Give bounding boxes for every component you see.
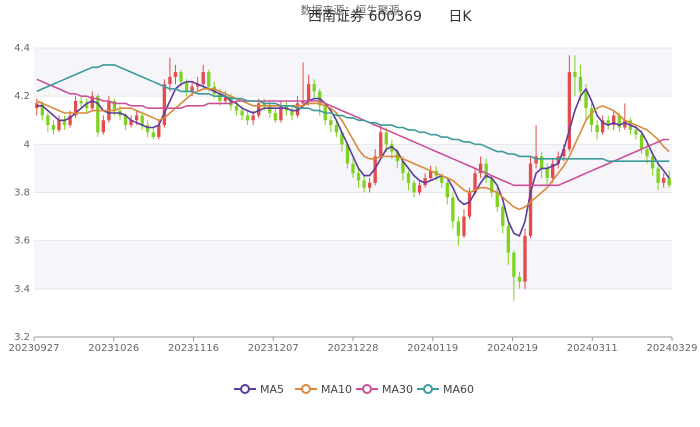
candle-down: [312, 84, 316, 92]
x-tick-label: 20230927: [9, 343, 60, 354]
candle-down: [406, 173, 411, 183]
candle-up: [168, 76, 172, 85]
candle-down: [46, 115, 50, 126]
candle-down: [445, 182, 449, 198]
candle-down: [51, 125, 56, 130]
candle-down: [234, 105, 239, 111]
chart-legend[interactable]: MA5 MA10 MA30 MA60: [234, 383, 474, 396]
candle-up: [251, 115, 255, 121]
candle-up: [523, 235, 527, 282]
candle-down: [506, 226, 511, 253]
y-tick-label: 3.4: [14, 284, 30, 295]
y-tick-label: 3.2: [14, 332, 30, 343]
x-tick-label: 20231116: [168, 343, 219, 354]
legend-marker-ma30: [362, 384, 372, 394]
candle-down: [650, 156, 655, 169]
candle-up: [462, 216, 466, 236]
legend-label-ma10: MA10: [321, 383, 352, 396]
candle-down: [589, 108, 594, 126]
y-tick-label: 3.8: [14, 188, 30, 199]
x-tick-label: 20240311: [567, 343, 618, 354]
candle-down: [639, 134, 644, 150]
candle-up: [101, 120, 106, 133]
x-tick-label: 20231207: [248, 343, 299, 354]
candle-down: [595, 125, 599, 133]
candle-down: [245, 115, 250, 121]
candle-down: [240, 110, 244, 116]
legend-marker-ma60: [423, 384, 433, 394]
legend-label-ma60: MA60: [443, 383, 474, 396]
candle-up: [57, 120, 61, 130]
candle-down: [656, 168, 660, 183]
candle-down: [667, 178, 671, 186]
x-tick-label: 20240119: [407, 343, 458, 354]
candle-down: [634, 129, 638, 135]
candle-up: [201, 72, 205, 85]
candle-down: [512, 252, 516, 277]
candle-down: [501, 206, 505, 227]
candle-down: [578, 76, 583, 92]
candle-down: [573, 72, 577, 77]
candle-down: [645, 149, 649, 157]
candle-up: [173, 72, 178, 77]
x-tick-label: 20231026: [88, 343, 139, 354]
candle-down: [351, 163, 355, 174]
candle-down: [96, 96, 100, 133]
legend-label-ma30: MA30: [382, 383, 413, 396]
candle-down: [273, 113, 277, 121]
candle-up: [662, 178, 666, 183]
chart-period-label: 日K: [448, 9, 472, 25]
candle-up: [567, 72, 572, 150]
candle-down: [151, 132, 155, 138]
y-tick-label: 3.6: [14, 236, 30, 247]
kline-chart: 3.2 3.4 3.6 3.8 4 4.2 4.4 20230927 20231026 20231…: [9, 3, 698, 396]
candle-down: [329, 120, 333, 126]
x-tick-label: 20240329: [647, 343, 698, 354]
candle-up: [417, 185, 422, 193]
candle-down: [451, 197, 455, 222]
legend-marker-ma10: [301, 384, 311, 394]
candle-down: [179, 72, 183, 82]
candle-down: [517, 276, 522, 282]
candle-up: [467, 192, 472, 217]
candle-down: [79, 100, 83, 104]
candle-down: [184, 81, 189, 92]
candle-up: [157, 125, 161, 138]
y-tick-label: 4.2: [14, 91, 30, 102]
candle-down: [584, 91, 588, 109]
x-tick-label: 20240219: [487, 343, 538, 354]
y-tick-label: 4: [24, 139, 30, 150]
candle-down: [384, 132, 388, 145]
grid-band: [34, 240, 672, 289]
candle-down: [207, 72, 211, 87]
candle-down: [456, 221, 461, 236]
candle-down: [356, 173, 361, 181]
candle-up: [367, 182, 372, 188]
candle-down: [268, 105, 272, 114]
candle-down: [495, 192, 499, 207]
legend-marker-ma5: [240, 384, 250, 394]
legend-label-ma5: MA5: [260, 383, 284, 396]
candle-up: [379, 132, 383, 157]
x-tick-label: 20231228: [328, 343, 379, 354]
candle-up: [306, 84, 311, 101]
candle-down: [412, 182, 416, 193]
candle-down: [545, 168, 549, 179]
candle-down: [334, 125, 339, 133]
candle-down: [362, 180, 366, 188]
chart-title: 西南证券 600369: [308, 9, 422, 25]
candle-down: [140, 115, 144, 126]
y-tick-label: 4.4: [14, 43, 30, 54]
candle-up: [134, 115, 139, 121]
